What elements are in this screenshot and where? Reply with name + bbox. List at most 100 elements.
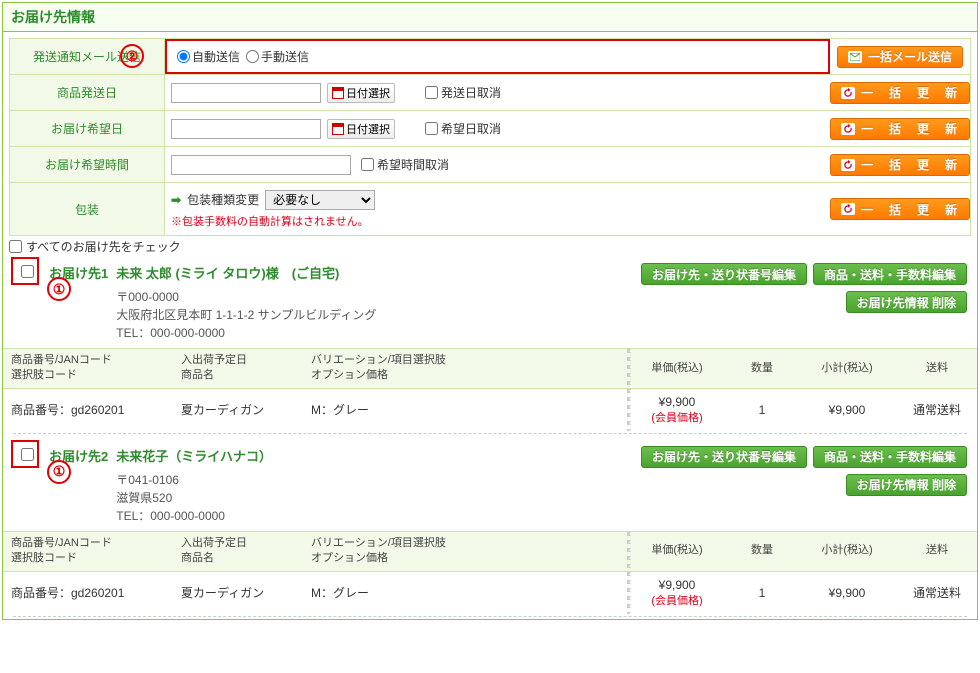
cell-shipping: 通常送料: [897, 571, 977, 614]
dest-2-info: 未来花子（ミライハナコ） 〒041-0106 滋賀県520 TEL：000-00…: [116, 446, 633, 525]
label-wish-time: お届け希望時間: [10, 147, 165, 182]
col-shipping: 送料: [897, 531, 977, 571]
bulk-update-wish-date-button[interactable]: 一 括 更 新: [830, 118, 970, 140]
action-ship-date: 一 括 更 新: [830, 75, 970, 110]
refresh-icon: [841, 203, 855, 215]
label-packaging: 包装: [10, 183, 165, 235]
cell-code: 商品番号：gd260201: [3, 388, 173, 431]
dest-1-name: 未来 太郎 (ミライ タロウ)様 (ご自宅): [116, 263, 633, 282]
wish-date-cancel-label: 希望日取消: [441, 120, 501, 137]
check-all-wrap[interactable]: すべてのお届け先をチェック: [3, 236, 977, 257]
wish-date-input[interactable]: [171, 119, 321, 139]
dest-1-tel: TEL：000-000-0000: [116, 324, 633, 342]
edit-dest-button[interactable]: お届け先・送り状番号編集: [641, 263, 807, 285]
bulk-mail-button[interactable]: 一括メール送信: [837, 46, 963, 68]
col-code: 商品番号/JANコード 選択肢コード: [3, 349, 173, 389]
bulk-update-packaging-button[interactable]: 一 括 更 新: [830, 198, 970, 220]
edit-fee-button[interactable]: 商品・送料・手数料編集: [813, 263, 967, 285]
dest-2-title: お届け先2: [49, 446, 108, 465]
cell-price: ¥9,900 (会員価格): [627, 571, 727, 614]
refresh-icon: [841, 123, 855, 135]
body-packaging: ➡ 包装種類変更 必要なし ※包装手数料の自動計算はされません。: [165, 183, 830, 235]
row-ship-date: 商品発送日 日付選択 発送日取消 一 括 更 新: [10, 75, 970, 111]
cell-name: 夏カーディガン: [173, 388, 303, 431]
table-header-row: 商品番号/JANコード 選択肢コード 入出荷予定日 商品名 バリエーション/項目…: [3, 349, 977, 389]
row-wish-date: お届け希望日 日付選択 希望日取消 一 括 更 新: [10, 111, 970, 147]
col-shipping: 送料: [897, 349, 977, 389]
col-variation: バリエーション/項目選択肢 オプション価格: [303, 349, 627, 389]
bulk-update-wish-date-label: 一 括 更 新: [861, 120, 959, 137]
dest-2-check-wrap: [13, 446, 41, 461]
cell-subtotal: ¥9,900: [797, 571, 897, 614]
action-wish-time: 一 括 更 新: [830, 147, 970, 182]
col-unit-price: 単価(税込): [627, 349, 727, 389]
packaging-change-label: 包装種類変更: [187, 191, 259, 208]
delivery-info-panel: お届け先情報 発送通知メール送信 ② 自動送信 手動送信: [2, 2, 978, 620]
body-wish-time: 希望時間取消: [165, 147, 830, 182]
dest-1-items-table: 商品番号/JANコード 選択肢コード 入出荷予定日 商品名 バリエーション/項目…: [3, 348, 977, 431]
bulk-update-wish-time-button[interactable]: 一 括 更 新: [830, 154, 970, 176]
refresh-icon: [841, 159, 855, 171]
arrow-icon: ➡: [171, 193, 181, 207]
dest-2-addr: 滋賀県520: [116, 489, 633, 507]
radio-manual-wrap[interactable]: 手動送信: [246, 48, 309, 65]
ship-date-cancel-check[interactable]: [425, 86, 438, 99]
ship-date-pick-button[interactable]: 日付選択: [327, 83, 395, 103]
cell-price: ¥9,900 (会員価格): [627, 388, 727, 431]
table-row: 商品番号：gd260201 夏カーディガン M：グレー ¥9,900 (会員価格…: [3, 388, 977, 431]
radio-auto-wrap[interactable]: 自動送信: [177, 48, 240, 65]
mail-icon: [848, 51, 862, 63]
ship-date-cancel-label: 発送日取消: [441, 84, 501, 101]
label-ship-date: 商品発送日: [10, 75, 165, 110]
ship-date-cancel-wrap[interactable]: 発送日取消: [425, 84, 501, 101]
destination-1-header: ① お届け先1 未来 太郎 (ミライ タロウ)様 (ご自宅) 〒000-0000…: [3, 257, 977, 348]
dest-2-zip: 〒041-0106: [116, 471, 633, 489]
col-schedule: 入出荷予定日 商品名: [173, 349, 303, 389]
col-code: 商品番号/JANコード 選択肢コード: [3, 531, 173, 571]
dest-2-buttons: お届け先・送り状番号編集 商品・送料・手数料編集 お届け先情報 削除: [641, 446, 967, 496]
ship-date-input[interactable]: [171, 83, 321, 103]
table-header-row: 商品番号/JANコード 選択肢コード 入出荷予定日 商品名 バリエーション/項目…: [3, 531, 977, 571]
check-all[interactable]: [9, 240, 22, 253]
cell-variation: M：グレー: [303, 571, 627, 614]
delete-dest-button[interactable]: お届け先情報 削除: [846, 474, 967, 496]
label-mail: 発送通知メール送信 ②: [10, 39, 165, 74]
dest-1-buttons: お届け先・送り状番号編集 商品・送料・手数料編集 お届け先情報 削除: [641, 263, 967, 313]
radio-manual[interactable]: [246, 50, 259, 63]
col-qty: 数量: [727, 531, 797, 571]
dest-2-check[interactable]: [21, 448, 34, 461]
cell-qty: 1: [727, 388, 797, 431]
cell-subtotal: ¥9,900: [797, 388, 897, 431]
bulk-update-ship-button[interactable]: 一 括 更 新: [830, 82, 970, 104]
wish-time-cancel-check[interactable]: [361, 158, 374, 171]
edit-dest-button[interactable]: お届け先・送り状番号編集: [641, 446, 807, 468]
table-row: 商品番号：gd260201 夏カーディガン M：グレー ¥9,900 (会員価格…: [3, 571, 977, 614]
delete-dest-button[interactable]: お届け先情報 削除: [846, 291, 967, 313]
dest-1-info: 未来 太郎 (ミライ タロウ)様 (ご自宅) 〒000-0000 大阪府北区見本…: [116, 263, 633, 342]
calendar-icon: [332, 123, 344, 135]
body-mail: 自動送信 手動送信: [165, 39, 830, 74]
wish-time-input[interactable]: [171, 155, 351, 175]
edit-fee-button[interactable]: 商品・送料・手数料編集: [813, 446, 967, 468]
col-qty: 数量: [727, 349, 797, 389]
dest-2-tel: TEL：000-000-0000: [116, 507, 633, 525]
ship-date-pick-label: 日付選択: [346, 85, 390, 101]
wish-time-cancel-label: 希望時間取消: [377, 156, 449, 173]
refresh-icon: [841, 87, 855, 99]
packaging-select[interactable]: 必要なし: [265, 190, 375, 210]
member-price: (会員価格): [635, 592, 719, 608]
wish-date-pick-button[interactable]: 日付選択: [327, 119, 395, 139]
col-subtotal: 小計(税込): [797, 531, 897, 571]
body-wish-date: 日付選択 希望日取消: [165, 111, 830, 146]
action-wish-date: 一 括 更 新: [830, 111, 970, 146]
label-wish-date: お届け希望日: [10, 111, 165, 146]
col-schedule: 入出荷予定日 商品名: [173, 531, 303, 571]
wish-time-cancel-wrap[interactable]: 希望時間取消: [361, 156, 449, 173]
wish-date-cancel-check[interactable]: [425, 122, 438, 135]
radio-auto[interactable]: [177, 50, 190, 63]
bulk-update-packaging-label: 一 括 更 新: [861, 201, 959, 218]
dest-1-check-wrap: [13, 263, 41, 278]
action-mail: 一括メール送信: [830, 39, 970, 74]
wish-date-cancel-wrap[interactable]: 希望日取消: [425, 120, 501, 137]
dest-1-check[interactable]: [21, 265, 34, 278]
